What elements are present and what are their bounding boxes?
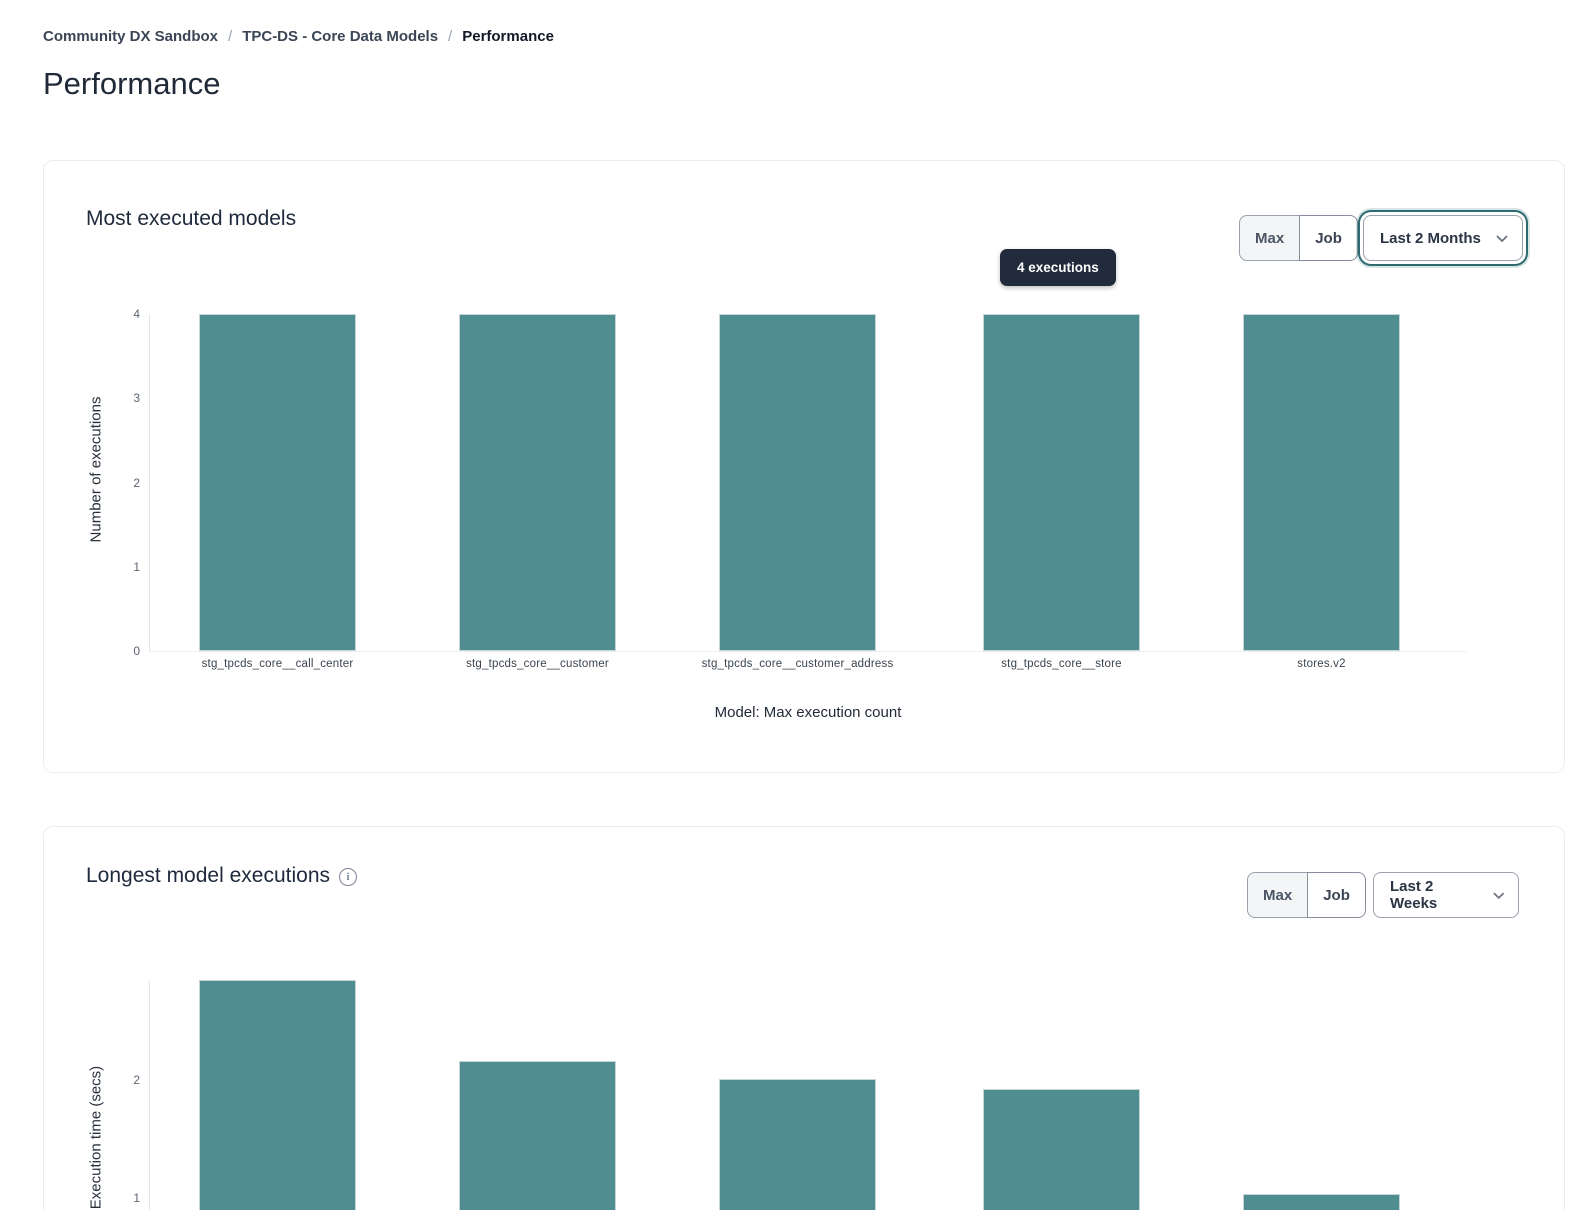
info-icon[interactable]: i xyxy=(339,868,357,886)
time-range-value: Last 2 Months xyxy=(1380,230,1481,247)
performance-page: Community DX Sandbox / TPC-DS - Core Dat… xyxy=(0,0,1584,1210)
bar[interactable] xyxy=(719,1079,876,1210)
tooltip-text: 4 executions xyxy=(1017,260,1099,275)
y-axis-label: Execution time (secs) xyxy=(88,988,105,1210)
y-axis-label: Number of executions xyxy=(88,320,105,620)
chevron-down-icon xyxy=(1493,892,1504,900)
bar[interactable] xyxy=(1243,1194,1400,1210)
x-tick-label: stg_tpcds_core__store xyxy=(912,658,1212,670)
bar[interactable] xyxy=(459,314,616,651)
max-job-toggle: Max Job xyxy=(1247,872,1366,918)
y-tick-label: 0 xyxy=(100,645,140,657)
chart-hover-tooltip: 4 executions xyxy=(1000,249,1116,286)
time-range-value: Last 2 Weeks xyxy=(1390,878,1481,912)
y-tick-label: 1 xyxy=(100,561,140,573)
x-tick-label: stg_tpcds_core__customer xyxy=(388,658,688,670)
card-title-most-executed: Most executed models xyxy=(86,207,296,231)
y-axis-line xyxy=(149,981,150,1210)
bar[interactable] xyxy=(1243,314,1400,651)
y-axis-line xyxy=(149,314,150,651)
card-title-text: Longest model executions xyxy=(86,864,330,888)
x-tick-label: stg_tpcds_core__customer_address xyxy=(648,658,948,670)
toggle-max-button[interactable]: Max xyxy=(1239,215,1300,261)
max-job-toggle: Max Job xyxy=(1239,215,1358,261)
card-title-longest-executions: Longest model executions i xyxy=(86,864,357,888)
page-title: Performance xyxy=(43,66,220,102)
y-tick-label: 4 xyxy=(100,308,140,320)
bar[interactable] xyxy=(459,1061,616,1210)
breadcrumb-item-models[interactable]: TPC-DS - Core Data Models xyxy=(242,28,438,45)
y-tick-label: 3 xyxy=(100,392,140,404)
most-executed-models-card: Most executed models Max Job Last 2 Mont… xyxy=(43,160,1565,773)
y-tick-label: 2 xyxy=(100,1074,140,1086)
toggle-job-button[interactable]: Job xyxy=(1307,872,1366,918)
toggle-job-button[interactable]: Job xyxy=(1299,215,1358,261)
x-axis-baseline xyxy=(149,651,1467,652)
time-range-select[interactable]: Last 2 Weeks xyxy=(1373,872,1519,918)
breadcrumb-item-performance: Performance xyxy=(462,28,554,45)
y-tick-label: 1 xyxy=(100,1192,140,1204)
breadcrumb-item-project[interactable]: Community DX Sandbox xyxy=(43,28,218,45)
x-tick-label: stores.v2 xyxy=(1172,658,1472,670)
chevron-down-icon xyxy=(1496,235,1508,243)
bar[interactable] xyxy=(199,314,356,651)
bar[interactable] xyxy=(983,1089,1140,1210)
breadcrumb-separator: / xyxy=(448,28,452,45)
bar[interactable] xyxy=(719,314,876,651)
bar[interactable] xyxy=(199,980,356,1210)
breadcrumb: Community DX Sandbox / TPC-DS - Core Dat… xyxy=(43,28,554,45)
x-tick-label: stg_tpcds_core__call_center xyxy=(128,658,428,670)
toggle-max-button[interactable]: Max xyxy=(1247,872,1308,918)
breadcrumb-separator: / xyxy=(228,28,232,45)
time-range-select[interactable]: Last 2 Months xyxy=(1363,215,1523,261)
longest-model-executions-card: Longest model executions i Max Job Last … xyxy=(43,826,1565,1210)
y-tick-label: 2 xyxy=(100,477,140,489)
chart-caption: Model: Max execution count xyxy=(149,704,1467,721)
bar[interactable] xyxy=(983,314,1140,651)
card-title-text: Most executed models xyxy=(86,207,296,231)
